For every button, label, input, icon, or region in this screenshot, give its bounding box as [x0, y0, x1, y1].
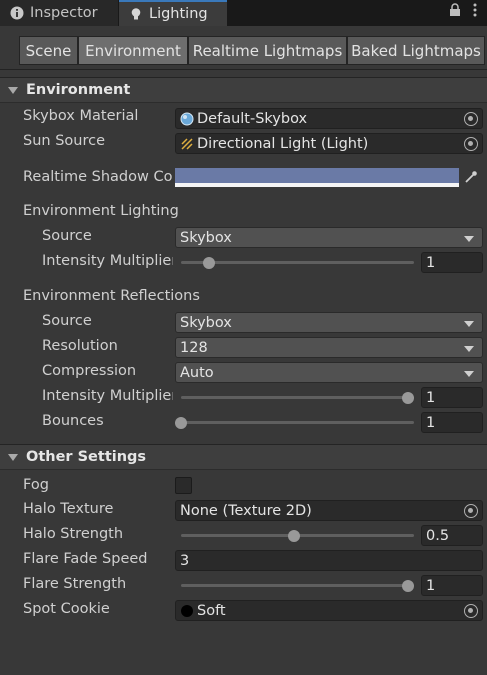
- fog-checkbox[interactable]: [175, 477, 192, 494]
- flare-strength-input[interactable]: 1: [421, 575, 483, 596]
- spot-cookie-label: Spot Cookie: [23, 601, 110, 617]
- kebab-menu-icon[interactable]: [473, 3, 477, 17]
- env-reflections-intensity-slider-thumb[interactable]: [402, 392, 414, 404]
- flare-strength-value: 1: [426, 577, 436, 594]
- lightbulb-icon: [131, 8, 141, 20]
- directional-light-icon: [181, 137, 193, 150]
- dropdown-arrow-icon: [464, 371, 474, 377]
- eyedropper-icon[interactable]: [464, 170, 478, 184]
- environment-section-title: Environment: [26, 82, 131, 98]
- halo-texture-field[interactable]: None (Texture 2D): [175, 500, 483, 521]
- bounces-value: 1: [426, 414, 436, 431]
- env-reflections-compression-dropdown[interactable]: Auto: [175, 362, 483, 383]
- object-picker-icon[interactable]: [464, 112, 478, 126]
- env-lighting-intensity-input[interactable]: 1: [421, 252, 483, 273]
- tab-baked-lightmaps[interactable]: Baked Lightmaps: [347, 36, 485, 65]
- env-lighting-intensity-slider-track[interactable]: [181, 261, 414, 264]
- flare-fade-speed-input[interactable]: 3: [175, 550, 483, 571]
- bounces-slider-thumb[interactable]: [175, 417, 187, 429]
- realtime-shadow-color-label: Realtime Shadow Co: [23, 169, 173, 185]
- foldout-arrow-icon: [8, 453, 18, 461]
- env-reflections-intensity-label: Intensity Multiplier: [42, 388, 173, 404]
- other-settings-section-header[interactable]: Other Settings: [0, 444, 487, 470]
- window-controls: [449, 3, 477, 17]
- env-reflections-intensity-value: 1: [426, 389, 436, 406]
- tab-inspector-label: Inspector: [30, 5, 98, 21]
- bounces-slider-track[interactable]: [181, 421, 414, 424]
- environment-lighting-label: Environment Lighting: [23, 203, 179, 219]
- foldout-arrow-icon: [8, 86, 18, 94]
- env-reflections-intensity-slider-track[interactable]: [181, 396, 414, 399]
- spot-cookie-field[interactable]: Soft: [175, 600, 483, 621]
- env-lighting-source-label: Source: [42, 228, 92, 244]
- other-settings-section-title: Other Settings: [26, 449, 147, 465]
- env-reflections-resolution-label: Resolution: [42, 338, 118, 354]
- object-picker-icon[interactable]: [464, 604, 478, 618]
- env-lighting-intensity-value: 1: [426, 254, 436, 271]
- env-reflections-source-label: Source: [42, 313, 92, 329]
- realtime-shadow-color-swatch[interactable]: [175, 168, 459, 187]
- material-sphere-icon: [180, 112, 194, 125]
- env-reflections-compression-value: Auto: [180, 364, 214, 381]
- object-picker-icon[interactable]: [464, 137, 478, 151]
- env-reflections-resolution-dropdown[interactable]: 128: [175, 337, 483, 358]
- env-reflections-resolution-value: 128: [180, 339, 208, 356]
- tab-environment-label: Environment: [85, 41, 181, 60]
- dropdown-arrow-icon: [464, 236, 474, 242]
- env-lighting-intensity-slider-thumb[interactable]: [203, 257, 215, 269]
- halo-strength-value: 0.5: [426, 527, 450, 544]
- environment-section-header[interactable]: Environment: [0, 77, 487, 103]
- bounces-input[interactable]: 1: [421, 412, 483, 433]
- skybox-material-label: Skybox Material: [23, 108, 139, 124]
- flare-fade-speed-label: Flare Fade Speed: [23, 551, 148, 567]
- sun-source-value: Directional Light (Light): [197, 135, 369, 152]
- tab-lighting[interactable]: Lighting: [119, 0, 227, 26]
- bounces-label: Bounces: [42, 413, 104, 429]
- halo-strength-input[interactable]: 0.5: [421, 525, 483, 546]
- halo-texture-value: None (Texture 2D): [180, 502, 312, 519]
- sun-source-field[interactable]: Directional Light (Light): [175, 133, 483, 154]
- skybox-material-value: Default-Skybox: [197, 110, 308, 127]
- env-lighting-source-dropdown[interactable]: Skybox: [175, 227, 483, 248]
- tab-realtime-lightmaps[interactable]: Realtime Lightmaps: [188, 36, 347, 65]
- halo-texture-label: Halo Texture: [23, 501, 114, 517]
- tab-lighting-label: Lighting: [149, 6, 208, 22]
- tab-inspector[interactable]: Inspector: [0, 0, 118, 26]
- env-reflections-source-value: Skybox: [180, 314, 232, 331]
- flare-strength-label: Flare Strength: [23, 576, 127, 592]
- env-reflections-compression-label: Compression: [42, 363, 137, 379]
- env-lighting-source-value: Skybox: [180, 229, 232, 246]
- info-icon: [10, 6, 24, 20]
- flare-strength-slider-track[interactable]: [181, 584, 414, 587]
- tab-environment[interactable]: Environment: [78, 36, 188, 65]
- spot-cookie-value: Soft: [197, 602, 226, 619]
- tab-scene[interactable]: Scene: [19, 36, 78, 65]
- dropdown-arrow-icon: [464, 346, 474, 352]
- halo-strength-slider-thumb[interactable]: [288, 530, 300, 542]
- tab-scene-label: Scene: [25, 41, 72, 60]
- flare-strength-slider-thumb[interactable]: [402, 580, 414, 592]
- object-picker-icon[interactable]: [464, 504, 478, 518]
- env-reflections-source-dropdown[interactable]: Skybox: [175, 312, 483, 333]
- texture-thumbnail-icon: [181, 604, 193, 617]
- tab-realtime-lightmaps-label: Realtime Lightmaps: [192, 41, 343, 60]
- tab-baked-lightmaps-label: Baked Lightmaps: [351, 41, 481, 60]
- env-reflections-intensity-input[interactable]: 1: [421, 387, 483, 408]
- environment-reflections-label: Environment Reflections: [23, 288, 200, 304]
- env-lighting-intensity-label: Intensity Multiplier: [42, 253, 173, 269]
- dropdown-arrow-icon: [464, 321, 474, 327]
- fog-label: Fog: [23, 477, 49, 493]
- skybox-material-field[interactable]: Default-Skybox: [175, 108, 483, 129]
- sun-source-label: Sun Source: [23, 133, 105, 149]
- tab-strip: Inspector Lighting: [0, 0, 487, 26]
- flare-fade-speed-value: 3: [180, 552, 190, 569]
- lock-icon[interactable]: [449, 3, 461, 17]
- halo-strength-label: Halo Strength: [23, 526, 124, 542]
